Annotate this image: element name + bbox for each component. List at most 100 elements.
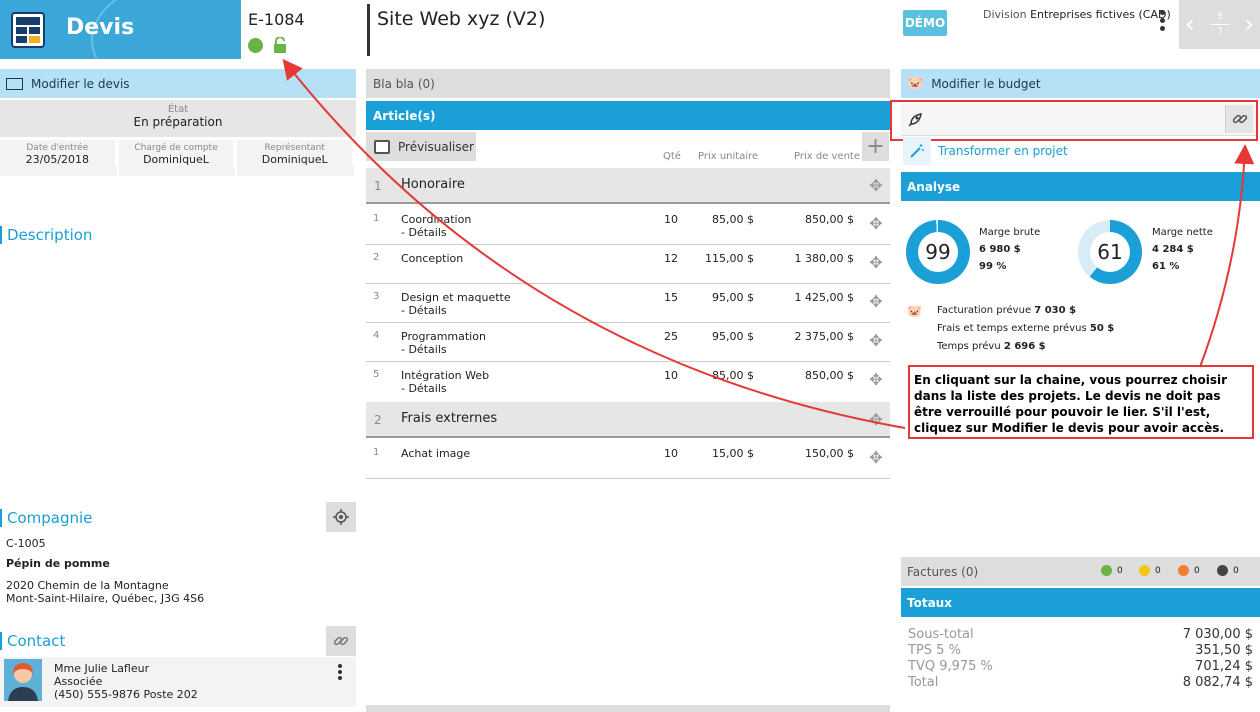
article-row[interactable]: 1 Achat image 10 15,00 $ 150,00 $ ✥: [366, 440, 890, 479]
article-row[interactable]: 1 Coordination - Détails 10 85,00 $ 850,0…: [366, 206, 890, 245]
piggy-bank-icon: 🐷: [907, 304, 922, 318]
gross-margin-pct: 99 %: [979, 261, 1007, 272]
edit-budget-label: Modifier le budget: [931, 76, 1041, 91]
group-title: Honoraire: [401, 177, 465, 192]
unlocked-icon[interactable]: [273, 37, 287, 53]
next-record-icon[interactable]: ›: [1244, 10, 1254, 38]
gross-margin-score: 99: [918, 232, 958, 272]
invoice-status-orange: 0: [1178, 565, 1200, 576]
move-handle-icon[interactable]: ✥: [868, 372, 884, 388]
article-row[interactable]: 4 Programmation - Détails 25 95,00 $ 2 37…: [366, 323, 890, 362]
move-handle-icon[interactable]: ✥: [868, 294, 884, 310]
col-qty: Qté: [663, 151, 681, 162]
edit-budget-button[interactable]: 🐷 Modifier le budget: [901, 69, 1260, 98]
pager-total: 7: [1217, 27, 1223, 37]
contact-menu-icon[interactable]: [338, 664, 344, 683]
printer-icon: [374, 139, 390, 154]
row-unit-price: 95,00 $: [712, 330, 754, 343]
row-number: 3: [373, 291, 380, 302]
qst-value: 701,24 $: [1195, 659, 1253, 674]
row-unit-price: 85,00 $: [712, 369, 754, 382]
row-unit-price: 95,00 $: [712, 291, 754, 304]
contact-avatar: [4, 659, 42, 701]
row-name: Coordination: [401, 213, 472, 226]
move-handle-icon[interactable]: ✥: [868, 178, 884, 194]
company-name: Pépin de pomme: [6, 557, 110, 570]
company-address-1: 2020 Chemin de la Montagne: [6, 579, 169, 592]
company-title: Compagnie: [0, 509, 92, 527]
row-name: Achat image: [401, 447, 471, 460]
total-label: Total: [908, 675, 939, 690]
move-handle-icon[interactable]: ✥: [868, 412, 884, 428]
move-handle-icon[interactable]: ✥: [868, 255, 884, 271]
notes-header[interactable]: Bla bla (0): [366, 69, 890, 98]
article-group: 2 Frais extrernes ✥: [366, 402, 890, 438]
calculator-icon: [11, 12, 45, 48]
date-label: Date d'entrée: [0, 140, 117, 153]
subtotal-value: 7 030,00 $: [1182, 627, 1253, 642]
row-sale-price: 1 380,00 $: [794, 252, 854, 265]
company-address-2: Mont-Saint-Hilaire, Québec, J3G 4S6: [6, 592, 205, 605]
gross-margin-donut: 99: [906, 220, 970, 284]
row-sale-price: 150,00 $: [805, 447, 854, 460]
invoice-status-dark: 0: [1217, 565, 1239, 576]
quote-number: E-1084: [248, 10, 305, 29]
target-icon: [333, 509, 349, 525]
company-code: C-1005: [6, 537, 46, 550]
division-value: Entreprises fictives (CAD): [1030, 8, 1171, 21]
state-value: En préparation: [133, 115, 223, 129]
external-line: Frais et temps externe prévus 50 $: [937, 323, 1115, 334]
edit-quote-icon: [6, 77, 23, 90]
transform-to-project-link[interactable]: Transformer en projet: [938, 144, 1068, 158]
more-menu-icon[interactable]: [1160, 10, 1166, 34]
totals-header: Totaux: [901, 588, 1260, 617]
article-row[interactable]: 2 Conception 12 115,00 $ 1 380,00 $ ✥: [366, 245, 890, 284]
row-qty: 10: [664, 369, 678, 382]
state-label: État: [167, 104, 189, 115]
row-number: 2: [373, 252, 380, 263]
invoices-label: Factures (0): [907, 564, 979, 579]
app-brand: Devis: [0, 0, 241, 59]
articles-header: Article(s): [366, 101, 890, 130]
project-title: Site Web xyz (V2): [377, 8, 546, 30]
manager-value: DominiqueL: [119, 153, 236, 166]
row-name: Programmation: [401, 330, 486, 343]
add-article-button[interactable]: +: [862, 132, 889, 161]
row-name: Design et maquette: [401, 291, 511, 304]
record-pager: ‹ 5 7 ›: [1179, 0, 1260, 49]
locate-company-button[interactable]: [326, 502, 356, 532]
row-qty: 10: [664, 447, 678, 460]
row-sale-price: 850,00 $: [805, 213, 854, 226]
state-field: État En préparation: [0, 100, 356, 137]
gross-margin-amount: 6 980 $: [979, 244, 1021, 255]
row-qty: 25: [664, 330, 678, 343]
invoices-header[interactable]: Factures (0): [901, 557, 1260, 586]
move-handle-icon[interactable]: ✥: [868, 333, 884, 349]
move-handle-icon[interactable]: ✥: [868, 450, 884, 466]
invoice-status-green: 0: [1101, 565, 1123, 576]
description-title: Description: [0, 226, 92, 244]
pager-current: 5: [1217, 12, 1223, 22]
time-line: Temps prévu 2 696 $: [937, 341, 1046, 352]
totals-table: Sous-total 7 030,00 $ TPS 5 % 351,50 $ TVQ…: [908, 627, 1253, 691]
edit-quote-button[interactable]: Modifier le devis: [0, 69, 356, 98]
division-selector[interactable]: Division Entreprises fictives (CAD): [983, 8, 1171, 21]
article-row[interactable]: 5 Intégration Web - Détails 10 85,00 $ 85…: [366, 362, 890, 401]
manager-label: Chargé de compte: [119, 140, 236, 153]
contact-name: Mme Julie Lafleur: [54, 662, 150, 675]
net-margin-donut: 61: [1078, 220, 1142, 284]
row-details: - Détails: [401, 382, 447, 395]
article-row[interactable]: 3 Design et maquette - Détails 15 95,00 $…: [366, 284, 890, 323]
move-handle-icon[interactable]: ✥: [868, 216, 884, 232]
contact-role: Associée: [54, 675, 103, 688]
preview-button[interactable]: Prévisualiser: [366, 132, 476, 161]
link-contact-button[interactable]: [326, 626, 356, 656]
row-details: - Détails: [401, 304, 447, 317]
article-group: 1 Honoraire ✥: [366, 168, 890, 204]
group-number: 2: [374, 413, 382, 427]
row-qty: 12: [664, 252, 678, 265]
previous-record-icon[interactable]: ‹: [1185, 10, 1195, 38]
row-sale-price: 850,00 $: [805, 369, 854, 382]
row-name: Conception: [401, 252, 464, 265]
chain-link-icon: [333, 636, 349, 646]
